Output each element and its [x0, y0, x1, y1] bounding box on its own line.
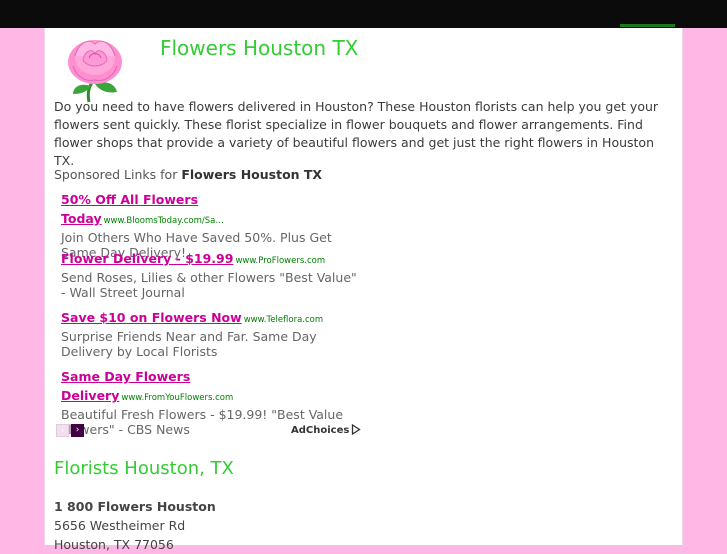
florists-heading: Florists Houston, TX	[54, 458, 234, 479]
ad-url[interactable]: www.BloomsToday.com/Sa…	[104, 216, 224, 226]
florist-street: 5656 Westheimer Rd	[54, 518, 186, 533]
sponsored-prefix: Sponsored Links for	[54, 167, 182, 182]
ad-item: Save $10 on Flowers Now www.Teleflora.com…	[61, 307, 361, 359]
sponsored-keyword: Flowers Houston TX	[181, 167, 323, 182]
ad-description: Send Roses, Lilies & other Flowers "Best…	[61, 270, 357, 300]
adchoices-icon	[352, 423, 362, 436]
top-bar-accent	[620, 24, 675, 27]
ad-pager: ‹ ›	[56, 424, 86, 443]
page-content: Flowers Houston TX Do you need to have f…	[44, 28, 683, 552]
adchoices-link[interactable]: AdChoices	[291, 423, 362, 436]
ad-item: Flower Delivery - $19.99 www.ProFlowers.c…	[61, 248, 361, 300]
ad-title-link[interactable]: Flower Delivery - $19.99	[61, 251, 233, 266]
rose-logo-icon	[59, 34, 131, 104]
ad-description: Surprise Friends Near and Far. Same Day …	[61, 329, 317, 359]
florist-name: 1 800 Flowers Houston	[54, 499, 216, 514]
chevron-right-icon[interactable]: ›	[71, 424, 84, 437]
ad-url[interactable]: www.ProFlowers.com	[235, 256, 325, 266]
ad-title-link[interactable]: Save $10 on Flowers Now	[61, 310, 242, 325]
sponsored-links-label: Sponsored Links for Flowers Houston TX	[54, 167, 322, 182]
ad-url[interactable]: www.FromYouFlowers.com	[121, 393, 233, 403]
top-bar	[0, 0, 727, 28]
chevron-left-icon[interactable]: ‹	[56, 424, 69, 437]
adchoices-label: AdChoices	[291, 425, 350, 436]
page-title: Flowers Houston TX	[160, 36, 359, 60]
florist-listing: 1 800 Flowers Houston 5656 Westheimer Rd…	[54, 497, 216, 554]
intro-paragraph: Do you need to have flowers delivered in…	[54, 99, 659, 168]
ad-url[interactable]: www.Teleflora.com	[244, 315, 323, 325]
